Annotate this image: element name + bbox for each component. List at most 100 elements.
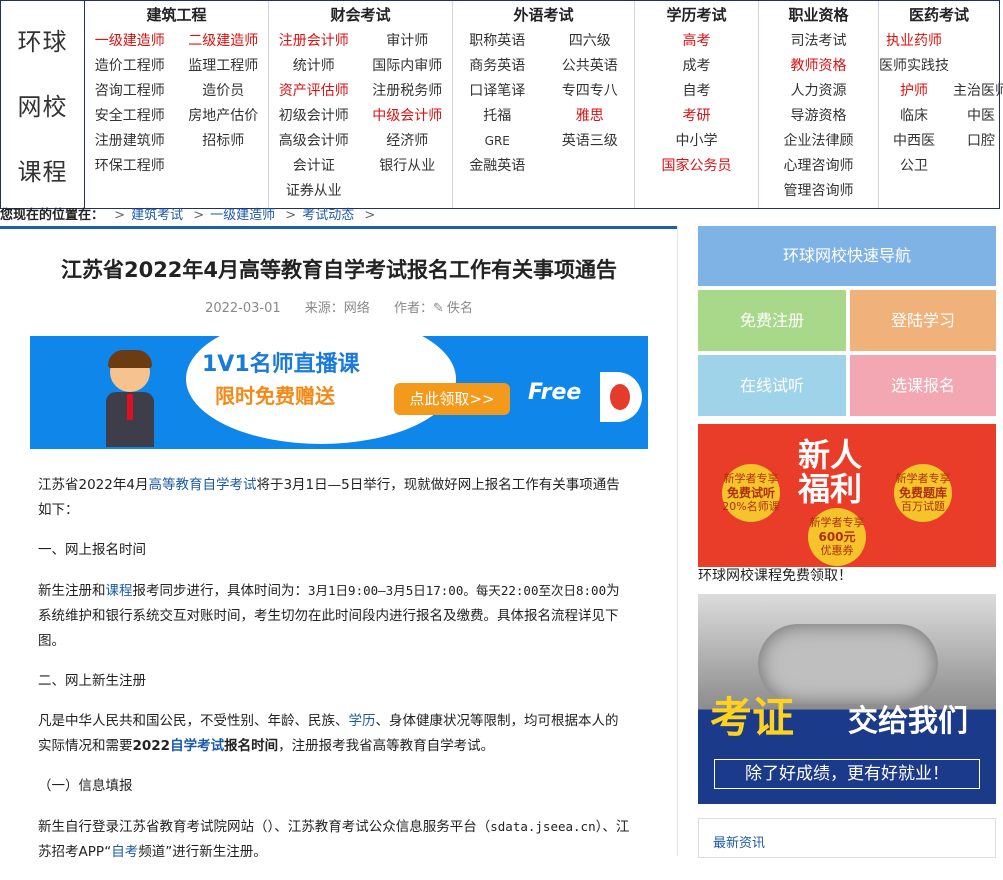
link-course[interactable]: 课程 — [106, 583, 133, 599]
nav-column-title[interactable]: 学历考试 — [635, 5, 758, 25]
link-self-exam[interactable]: 自考 — [111, 844, 138, 860]
nav-link[interactable]: 自考 — [635, 79, 758, 104]
heading-1: 一、网上报名时间 — [38, 542, 146, 558]
ad1-caption[interactable]: 环球网校课程免费领取！ — [698, 567, 852, 585]
nav-link[interactable]: 造价工程师 — [85, 54, 175, 79]
promo-banner[interactable]: 1V1名师直播课 限时免费赠送 点此领取>> Free — [30, 336, 648, 449]
nav-link[interactable]: 成考 — [635, 54, 758, 79]
enroll-tile[interactable]: 选课报名 — [850, 355, 996, 416]
nav-link[interactable]: 导游资格 — [759, 104, 878, 129]
login-tile[interactable]: 登陆学习 — [850, 290, 996, 351]
nav-link[interactable]: 考研 — [635, 104, 758, 129]
breadcrumb-sep: > — [193, 208, 205, 223]
register-tile[interactable]: 免费注册 — [698, 290, 846, 351]
nav-link[interactable]: 证券从业 — [269, 179, 359, 204]
article-author-label: 作者： — [393, 301, 433, 316]
breadcrumb-link-construction[interactable]: 建筑考试 — [131, 208, 183, 223]
nav-link[interactable]: 资产评估师 — [269, 79, 359, 104]
nav-link-grid: 一级建造师 二级建造师 造价工程师 监理工程师 咨询工程师 造价员 安全工程师 房地产估价 注册… — [85, 29, 268, 179]
nav-link[interactable]: 专四专八 — [546, 79, 635, 104]
nav-column-title[interactable]: 职业资格 — [759, 5, 878, 25]
nav-link[interactable]: 护师 — [879, 79, 949, 104]
banner-line-2: 限时免费赠送 — [215, 384, 335, 408]
nav-link[interactable]: 托福 — [453, 104, 542, 129]
quick-nav-header[interactable]: 环球网校快速导航 — [698, 226, 996, 286]
nav-link[interactable]: 环保工程师 — [85, 154, 175, 179]
nav-link[interactable]: 银行从业 — [363, 154, 453, 179]
column-divider — [677, 226, 678, 856]
nav-link[interactable]: 雅思 — [546, 104, 635, 129]
ad1-title: 新人 福利 — [798, 436, 863, 508]
nav-link[interactable]: 口腔 — [953, 129, 1003, 154]
nav-link[interactable]: 国家公务员 — [635, 154, 758, 179]
nav-link[interactable]: 中级会计师 — [363, 104, 453, 129]
nav-link[interactable]: 统计师 — [269, 54, 359, 79]
nav-link[interactable]: 高考 — [635, 29, 758, 54]
nav-link[interactable]: 注册会计师 — [269, 29, 359, 54]
nav-link[interactable]: 企业法律顾 — [759, 129, 878, 154]
nav-link[interactable]: 注册税务师 — [363, 79, 453, 104]
nav-link[interactable]: 高级会计师 — [269, 129, 359, 154]
nav-link[interactable]: 招标师 — [179, 129, 269, 154]
nav-link[interactable]: 口译笔译 — [453, 79, 542, 104]
nav-link[interactable]: 会计证 — [269, 154, 359, 179]
nav-link[interactable]: 咨询工程师 — [85, 79, 175, 104]
trial-tile[interactable]: 在线试听 — [698, 355, 846, 416]
nav-link[interactable]: 心理咨询师 — [759, 154, 878, 179]
nav-link[interactable]: 医师实践技 — [879, 54, 949, 79]
article-date: 2022-03-01 — [205, 301, 281, 316]
nav-link[interactable]: 中西医 — [879, 129, 949, 154]
nav-link[interactable]: 初级会计师 — [269, 104, 359, 129]
nav-link[interactable]: 公共英语 — [546, 54, 635, 79]
nav-link[interactable]: 教师资格 — [759, 54, 878, 79]
nav-link[interactable]: 商务英语 — [453, 54, 542, 79]
certificate-ad[interactable]: 考证 交给我们 除了好成绩，更有好就业！ — [698, 594, 996, 804]
paragraph-3: 凡是中华人民共和国公民，不受性别、年龄、民族、学历、身体健康状况等限制，均可根据… — [38, 713, 619, 754]
breadcrumb-link-constructor[interactable]: 一级建造师 — [210, 208, 275, 223]
nav-link[interactable]: 监理工程师 — [179, 54, 269, 79]
link-self-study-exam[interactable]: 高等教育自学考试 — [148, 477, 256, 493]
nav-link[interactable]: 金融英语 — [453, 154, 542, 179]
nav-link[interactable]: 一级建造师 — [85, 29, 175, 54]
newcomer-benefit-ad[interactable]: 新人 福利 新学者专享 免费试听 20%名师课 新学者专享 免费题库 百万试题 新学者专享… — [698, 424, 996, 567]
link-self-study[interactable]: 自学考试 — [170, 738, 224, 754]
breadcrumb-sep: > — [285, 208, 297, 223]
nav-link[interactable]: 造价员 — [179, 79, 269, 104]
banner-claim-button[interactable]: 点此领取>> — [394, 383, 510, 415]
nav-column-title[interactable]: 财会考试 — [269, 5, 452, 25]
nav-link[interactable]: 英语三级 — [546, 129, 635, 154]
nav-link[interactable]: 安全工程师 — [85, 104, 175, 129]
nav-column-title[interactable]: 建筑工程 — [85, 5, 268, 25]
latest-news-title[interactable]: 最新资讯 — [713, 832, 765, 851]
nav-link[interactable]: 执业药师 — [879, 29, 949, 54]
nav-column-0: 建筑工程一级建造师 二级建造师 造价工程师 监理工程师 咨询工程师 造价员 安全工程师 房地产… — [85, 1, 269, 208]
nav-link[interactable]: 四六级 — [546, 29, 635, 54]
nav-link[interactable]: 公卫 — [879, 154, 949, 179]
nav-link[interactable]: 主治医师 — [953, 79, 1003, 104]
nav-column-title[interactable]: 医药考试 — [879, 5, 999, 25]
nav-link[interactable]: 职称英语 — [453, 29, 542, 54]
nav-link[interactable]: 管理咨询师 — [759, 179, 878, 204]
banner-free-label: Free — [528, 380, 582, 405]
nav-link[interactable]: GRE — [453, 129, 542, 154]
link-education[interactable]: 学历 — [349, 713, 376, 729]
nav-link[interactable]: 房地产估价 — [179, 104, 269, 129]
nav-link[interactable]: 人力资源 — [759, 79, 878, 104]
breadcrumb-label: 您现在的位置在： — [0, 208, 105, 223]
brand-line-2: 网校 — [17, 93, 68, 121]
nav-link[interactable]: 中医 — [953, 104, 1003, 129]
nav-link[interactable]: 经济师 — [363, 129, 453, 154]
nav-column-title[interactable]: 外语考试 — [453, 5, 634, 25]
nav-link[interactable]: 临床 — [879, 104, 949, 129]
nav-link[interactable]: 审计师 — [363, 29, 453, 54]
breadcrumb-sep: > — [114, 208, 126, 223]
nav-link[interactable]: 二级建造师 — [179, 29, 269, 54]
nav-link[interactable]: 中小学 — [635, 129, 758, 154]
nav-link[interactable]: 国际内审师 — [363, 54, 453, 79]
nav-link[interactable]: 注册建筑师 — [85, 129, 175, 154]
breadcrumb: 您现在的位置在： > 建筑考试 > 一级建造师 > 考试动态 > — [0, 207, 381, 225]
nav-link[interactable]: 司法考试 — [759, 29, 878, 54]
nav-column-4: 职业资格司法考试 教师资格 人力资源 导游资格 企业法律顾 心理咨询师 管理咨询师 — [759, 1, 879, 208]
breadcrumb-link-news[interactable]: 考试动态 — [302, 208, 354, 223]
brand-column: 环球 网校 课程 — [1, 1, 85, 208]
